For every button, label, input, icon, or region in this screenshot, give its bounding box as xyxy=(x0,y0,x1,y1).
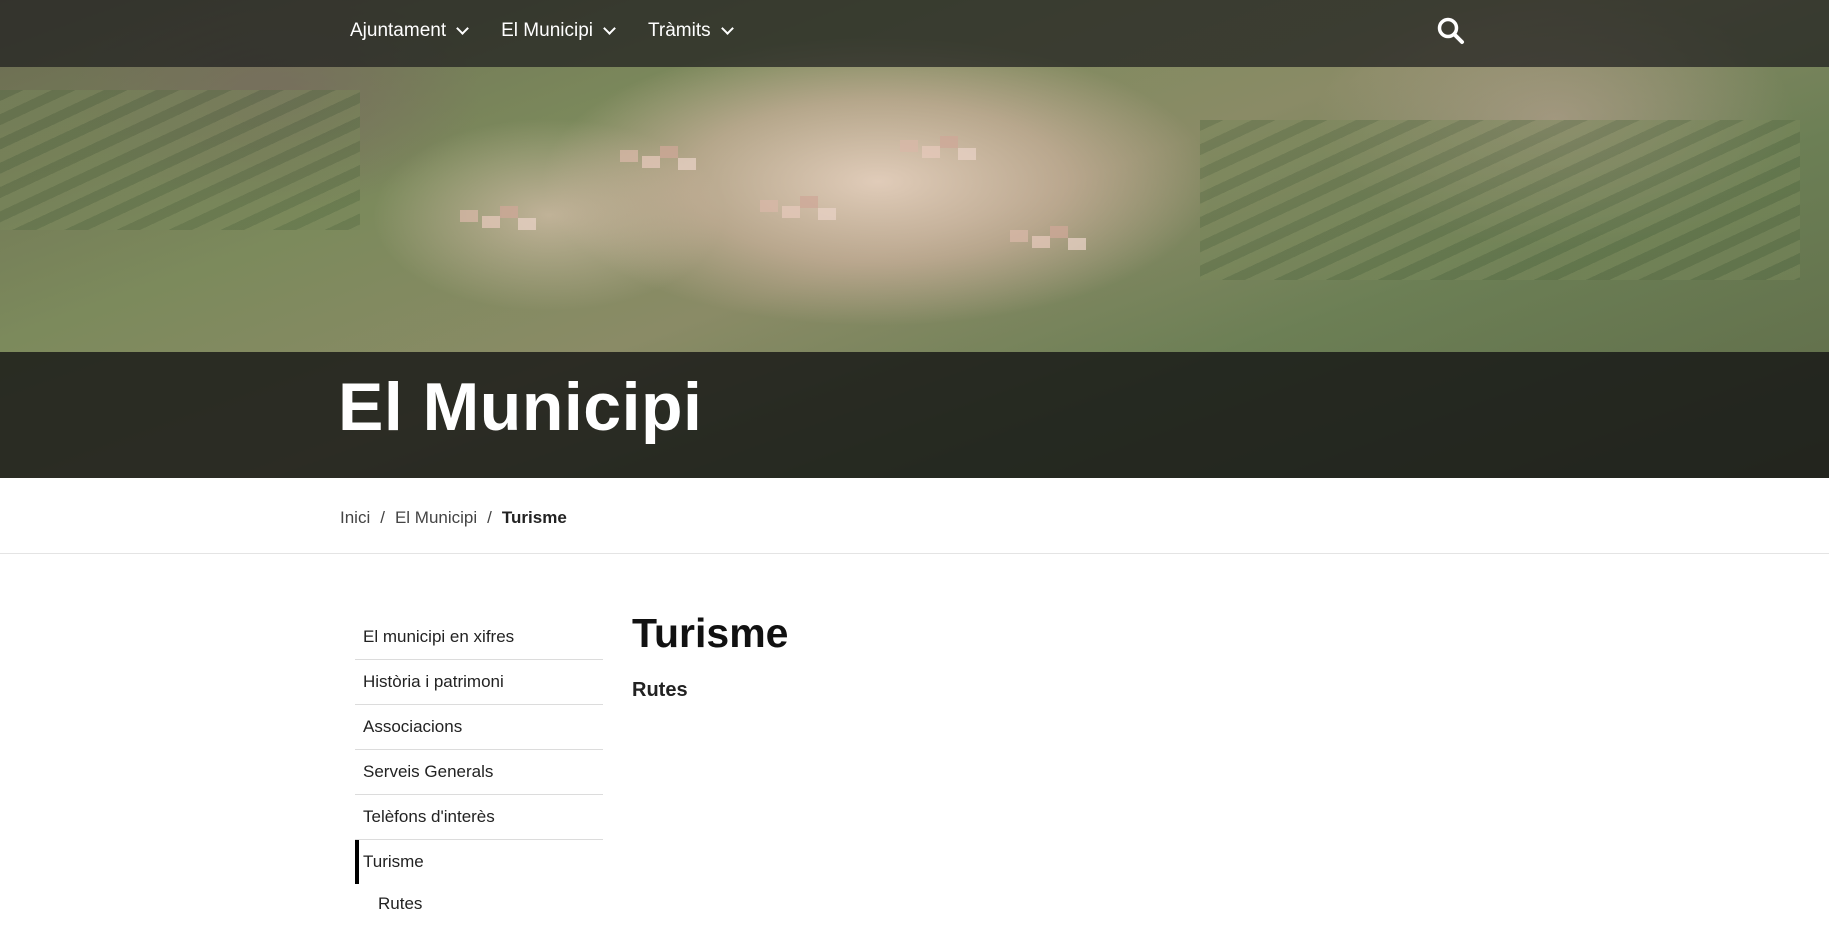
sidebar-item-turisme[interactable]: Turisme xyxy=(355,840,603,884)
hero-rooftops xyxy=(460,210,478,222)
top-navigation-bar: Ajuntament El Municipi Tràmits xyxy=(0,0,1829,67)
nav-item-label: Tràmits xyxy=(648,20,711,41)
chevron-down-icon xyxy=(456,22,469,35)
hero-rooftops xyxy=(900,140,918,152)
sidebar-item-municipi-en-xifres[interactable]: El municipi en xifres xyxy=(355,615,603,660)
hero-rooftops xyxy=(620,150,638,162)
hero-field-texture xyxy=(0,90,360,230)
nav-item-label: Ajuntament xyxy=(350,20,447,41)
search-button[interactable] xyxy=(1436,16,1466,46)
breadcrumb-link-inici[interactable]: Inici xyxy=(340,508,370,528)
breadcrumb-current: Turisme xyxy=(501,508,567,527)
breadcrumb-separator: / xyxy=(380,508,385,527)
chevron-down-icon xyxy=(603,22,616,35)
breadcrumb-separator: / xyxy=(487,508,492,527)
sidebar-item-associacions[interactable]: Associacions xyxy=(355,705,603,750)
sidebar-item-telefons-interes[interactable]: Telèfons d'interès xyxy=(355,795,603,840)
hero-rooftops xyxy=(760,200,778,212)
hero-title-band xyxy=(0,352,1829,478)
main-nav: Ajuntament El Municipi Tràmits xyxy=(350,20,734,42)
content-title: Turisme xyxy=(632,610,789,656)
search-icon xyxy=(1437,17,1464,44)
hero-field-texture xyxy=(1200,120,1800,280)
nav-item-label: El Municipi xyxy=(501,20,593,41)
hero-banner: Ajuntament El Municipi Tràmits El Munici… xyxy=(0,0,1829,478)
sidebar-item-historia-i-patrimoni[interactable]: Història i patrimoni xyxy=(355,660,603,705)
nav-item-el-municipi[interactable]: El Municipi xyxy=(501,20,616,42)
breadcrumb-link-el-municipi[interactable]: El Municipi xyxy=(395,508,477,528)
main-content: Turisme Rutes xyxy=(632,610,788,702)
breadcrumb-bar: Inici / El Municipi / Turisme xyxy=(0,478,1829,554)
breadcrumb: Inici / El Municipi / Turisme xyxy=(340,508,567,528)
sidebar-subitem-rutes[interactable]: Rutes xyxy=(355,884,603,924)
nav-item-tramits[interactable]: Tràmits xyxy=(648,20,734,42)
chevron-down-icon xyxy=(720,22,734,35)
page-title: El Municipi xyxy=(338,369,703,445)
content-subtitle: Rutes xyxy=(632,679,688,701)
sidebar-menu: El municipi en xifres Història i patrimo… xyxy=(355,615,603,924)
nav-item-ajuntament[interactable]: Ajuntament xyxy=(350,20,469,42)
hero-rooftops xyxy=(1010,230,1028,242)
sidebar-item-serveis-generals[interactable]: Serveis Generals xyxy=(355,750,603,795)
